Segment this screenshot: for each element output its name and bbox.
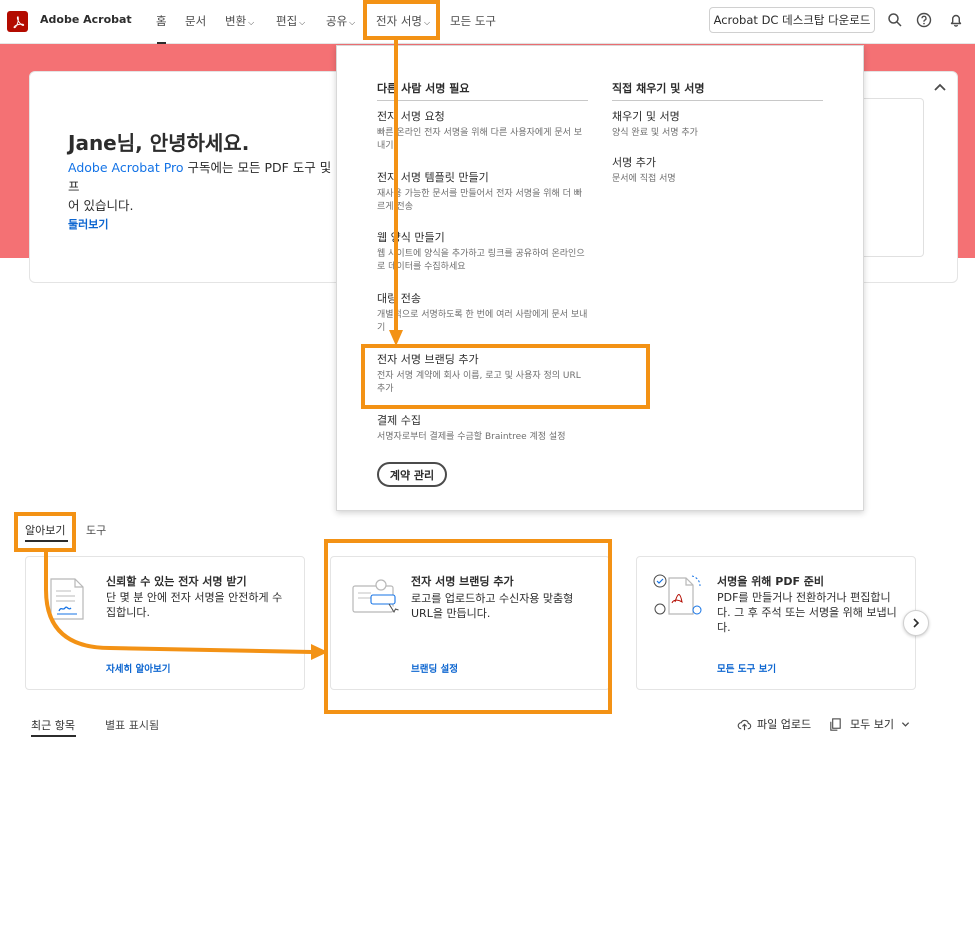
pdf-prepare-illustration-icon <box>653 574 702 615</box>
search-icon[interactable] <box>887 12 903 28</box>
menu-item-title: 결제 수집 <box>377 414 421 427</box>
desktop-download-button[interactable]: Acrobat DC 데스크탑 다운로드 <box>709 7 875 33</box>
nav-convert-label: 변환 <box>225 14 247 28</box>
manage-agreements-button[interactable]: 계약 관리 <box>377 462 447 487</box>
chevron-up-icon[interactable] <box>933 81 947 93</box>
help-icon[interactable] <box>916 12 932 28</box>
menu-item-title: 전자 서명 템플릿 만들기 <box>377 171 489 184</box>
nav-share-label: 공유 <box>326 14 348 28</box>
tab-learn[interactable]: 알아보기 <box>25 522 65 538</box>
nav-edit[interactable]: 편집 ⌵ <box>276 13 305 29</box>
chevron-right-icon <box>913 618 920 628</box>
view-all-button[interactable]: 모두 보기 <box>828 716 910 732</box>
carousel-next-button[interactable] <box>903 610 929 636</box>
annotation-arrowhead-right <box>311 644 328 660</box>
menu-item-desc: 개별적으로 서명하도록 한 번에 여러 사람에게 문서 보내기 <box>377 310 588 333</box>
menu-item-desc: 서명자로부터 결제를 수금할 Braintree 계정 설정 <box>377 432 566 442</box>
menu-item-title: 대량 전송 <box>377 292 421 305</box>
copy-files-icon <box>830 717 841 731</box>
product-link[interactable]: Adobe Acrobat Pro <box>68 160 184 175</box>
menu-item-title: 전자 서명 브랜딩 추가 <box>377 353 479 366</box>
nav-edit-label: 편집 <box>276 14 298 28</box>
nav-share[interactable]: 공유 ⌵ <box>326 13 355 29</box>
chevron-down-icon: ⌵ <box>299 18 306 27</box>
tab-recent-underline <box>31 735 76 737</box>
subscription-text: Adobe Acrobat Pro 구독에는 모든 PDF 도구 및 프 어 있… <box>68 158 338 215</box>
menu-item-add-branding[interactable]: 전자 서명 브랜딩 추가 전자 서명 계약에 회사 이름, 로고 및 사용자 정… <box>377 353 589 396</box>
card-title: 전자 서명 브랜딩 추가 <box>411 575 514 588</box>
menu-item-title: 채우기 및 서명 <box>612 110 680 123</box>
notification-bell-icon[interactable] <box>948 12 964 28</box>
card-title: 신뢰할 수 있는 전자 서명 받기 <box>106 575 247 588</box>
subscription-text-line2: 어 있습니다. <box>68 198 134 213</box>
menu-item-desc: 문서에 직접 서명 <box>612 174 676 184</box>
menu-item-add-signature[interactable]: 서명 추가 문서에 직접 서명 <box>612 156 824 186</box>
cloud-upload-icon <box>737 719 752 730</box>
view-all-label: 모두 보기 <box>850 718 894 731</box>
upload-file-label: 파일 업로드 <box>757 718 812 731</box>
menu-item-create-template[interactable]: 전자 서명 템플릿 만들기 재사용 가능한 문서를 만들어서 전자 서명을 위해… <box>377 171 589 214</box>
upload-file-button[interactable]: 파일 업로드 <box>737 716 811 732</box>
nav-home-active-indicator <box>157 42 166 44</box>
card-link-learn-more[interactable]: 자세히 알아보기 <box>106 661 171 675</box>
card-link-branding-settings[interactable]: 브랜딩 설정 <box>411 661 458 675</box>
menu-item-desc: 빠른 온라인 전자 서명을 위해 다른 사용자에게 문서 보내기 <box>377 128 583 151</box>
chevron-down-icon: ⌵ <box>349 18 356 27</box>
nav-convert[interactable]: 변환 ⌵ <box>225 13 254 29</box>
menu-item-collect-payment[interactable]: 결제 수집 서명자로부터 결제를 수금할 Braintree 계정 설정 <box>377 414 589 444</box>
nav-home[interactable]: 홈 <box>156 13 167 29</box>
tab-recent[interactable]: 최근 항목 <box>31 717 75 733</box>
dropdown-column-title-request: 다른 사람 서명 필요 <box>377 80 588 101</box>
greeting-title: Jane님, 안녕하세요. <box>68 131 250 155</box>
card-desc: 로고를 업로드하고 수신자용 맞춤형 URL을 만듭니다. <box>411 592 574 620</box>
tab-learn-underline <box>25 540 68 542</box>
chevron-down-icon: ⌵ <box>423 18 431 27</box>
acrobat-logo-icon[interactable] <box>7 11 28 32</box>
menu-item-desc: 재사용 가능한 문서를 만들어서 전자 서명을 위해 더 빠르게 전송 <box>377 189 583 212</box>
chevron-down-icon <box>901 721 910 727</box>
card-desc: PDF를 만들거나 전환하거나 편집합니다. 그 후 주석 또는 서명을 위해 … <box>717 591 897 634</box>
menu-item-title: 전자 서명 요청 <box>377 110 445 123</box>
menu-item-fill-and-sign[interactable]: 채우기 및 서명 양식 완료 및 서명 추가 <box>612 110 824 140</box>
menu-item-desc: 전자 서명 계약에 회사 이름, 로고 및 사용자 정의 URL 추가 <box>377 371 581 394</box>
brand-name[interactable]: Adobe Acrobat <box>40 13 132 26</box>
menu-item-web-form[interactable]: 웹 양식 만들기 웹 사이트에 양식을 추가하고 링크를 공유하여 온라인으로 … <box>377 231 589 274</box>
menu-item-title: 웹 양식 만들기 <box>377 231 445 244</box>
dropdown-column-title-self: 직접 채우기 및 서명 <box>612 80 823 101</box>
top-navigation-bar: Adobe Acrobat 홈 문서 변환 ⌵ 편집 ⌵ 공유 ⌵ 전자 서명 ⌵ 모든… <box>0 0 975 44</box>
menu-item-bulk-send[interactable]: 대량 전송 개별적으로 서명하도록 한 번에 여러 사람에게 문서 보내기 <box>377 292 589 335</box>
nav-esign-label: 전자 서명 <box>376 14 422 28</box>
branding-illustration-icon <box>352 579 399 614</box>
menu-item-request-esign[interactable]: 전자 서명 요청 빠른 온라인 전자 서명을 위해 다른 사용자에게 문서 보내… <box>377 110 589 153</box>
chevron-down-icon: ⌵ <box>248 18 255 27</box>
nav-all-tools[interactable]: 모든 도구 <box>450 13 496 29</box>
card-title: 서명을 위해 PDF 준비 <box>717 575 825 588</box>
tab-tools[interactable]: 도구 <box>86 522 106 538</box>
nav-esign[interactable]: 전자 서명 ⌵ <box>376 13 430 29</box>
card-link-all-tools[interactable]: 모든 도구 보기 <box>717 661 776 675</box>
browse-link[interactable]: 둘러보기 <box>68 216 108 232</box>
menu-item-desc: 웹 사이트에 양식을 추가하고 링크를 공유하여 온라인으로 데이터를 수집하세… <box>377 249 585 272</box>
menu-item-title: 서명 추가 <box>612 156 656 169</box>
nav-documents[interactable]: 문서 <box>185 13 206 29</box>
tab-starred[interactable]: 별표 표시됨 <box>105 717 159 733</box>
menu-item-desc: 양식 완료 및 서명 추가 <box>612 128 698 138</box>
card-desc: 단 몇 분 안에 전자 서명을 안전하게 수집합니다. <box>106 591 283 619</box>
signed-document-icon <box>50 578 84 620</box>
